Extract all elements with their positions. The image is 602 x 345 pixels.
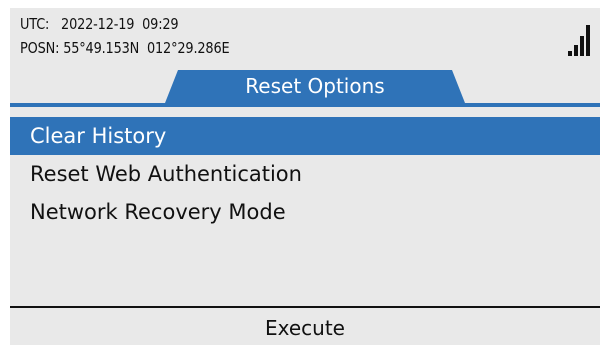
- menu-item-reset-web-authentication[interactable]: Reset Web Authentication: [10, 155, 600, 193]
- menu-item-label: Network Recovery Mode: [30, 200, 286, 224]
- device-screen: UTC: 2022-12-19 09:29 POSN: 55°49.153N 0…: [10, 8, 600, 345]
- menu-item-label: Clear History: [30, 124, 167, 148]
- signal-bar-4: [586, 25, 590, 56]
- signal-bar-2: [574, 45, 578, 56]
- menu-item-label: Reset Web Authentication: [30, 162, 302, 186]
- signal-bar-3: [580, 36, 584, 56]
- softkey-divider: [10, 306, 600, 308]
- signal-strength-icon: [568, 22, 590, 56]
- utc-value: 2022-12-19 09:29: [61, 15, 179, 33]
- header-divider: [10, 103, 600, 107]
- execute-button[interactable]: Execute: [10, 311, 600, 345]
- posn-value: 55°49.153N 012°29.286E: [63, 39, 230, 57]
- reset-options-menu: Clear History Reset Web Authentication N…: [10, 117, 600, 231]
- signal-bar-1: [568, 51, 572, 56]
- posn-label: POSN:: [20, 39, 60, 57]
- utc-status: UTC: 2022-12-19 09:29: [20, 15, 179, 33]
- tab-reset-options[interactable]: Reset Options: [165, 70, 465, 103]
- menu-item-clear-history[interactable]: Clear History: [10, 117, 600, 155]
- menu-item-network-recovery-mode[interactable]: Network Recovery Mode: [10, 193, 600, 231]
- position-status: POSN: 55°49.153N 012°29.286E: [20, 39, 230, 57]
- tab-title: Reset Options: [245, 74, 385, 98]
- utc-label: UTC:: [20, 15, 50, 33]
